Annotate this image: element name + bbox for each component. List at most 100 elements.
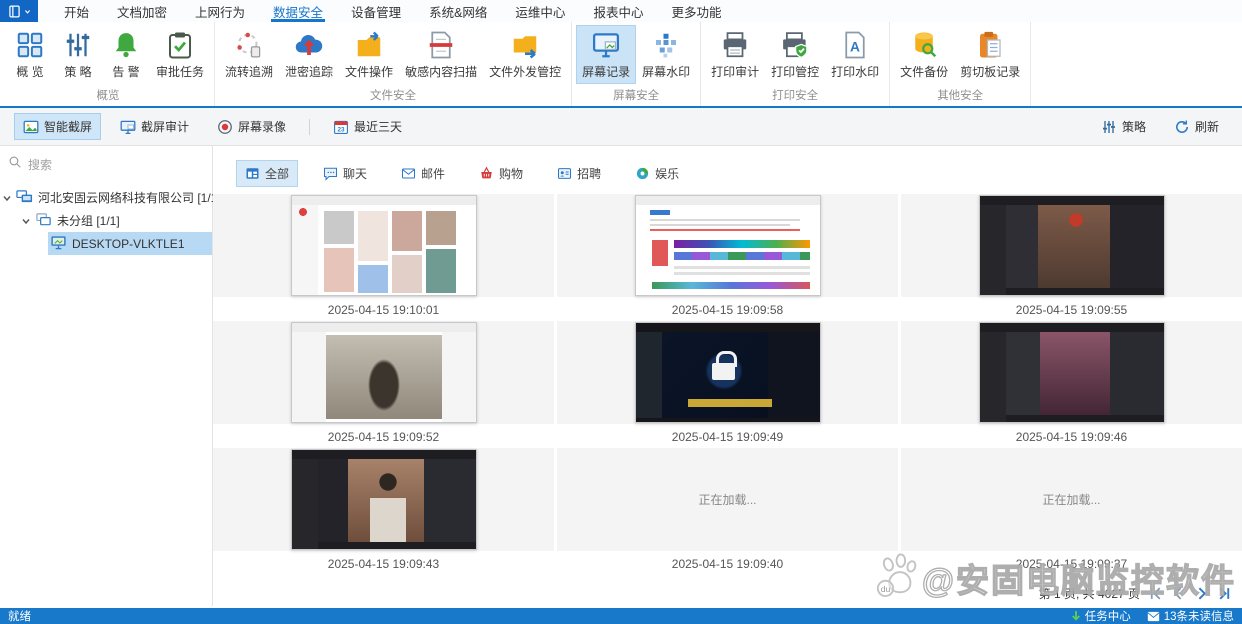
screenshot-thumbnail[interactable] (291, 195, 477, 296)
screenshot-cell-0: 2025-04-15 19:10:01 (213, 194, 554, 321)
ribbon-group-caption: 文件安全 (219, 85, 567, 105)
screenshot-backing (901, 321, 1242, 424)
ribbon-item-1-4[interactable]: 文件外发管控 (483, 25, 567, 84)
menu-item-4[interactable]: 设备管理 (337, 0, 415, 22)
last-page-button[interactable] (1217, 586, 1232, 601)
mail-icon (1147, 611, 1160, 622)
ribbon-group-1: 流转追溯泄密追踪文件操作敏感内容扫描文件外发管控文件安全 (215, 22, 572, 106)
ribbon-item-3-0[interactable]: 打印审计 (705, 25, 765, 84)
screenshot-cell-1: 2025-04-15 19:09:58 (557, 194, 898, 321)
ribbon-item-4-0[interactable]: 文件备份 (894, 25, 954, 84)
next-page-button[interactable] (1194, 586, 1209, 601)
tree-caret-icon[interactable] (19, 216, 33, 226)
screenshot-backing (213, 321, 554, 424)
menubar: 开始文档加密上网行为数据安全设备管理系统&网络运维中心报表中心更多功能 (0, 0, 1242, 22)
screenshot-timestamp: 2025-04-15 19:09:37 (901, 551, 1242, 571)
tree-node-label: 河北安固云网络科技有限公司 [1/1] (38, 189, 221, 206)
ribbon-item-label: 策 略 (64, 63, 91, 80)
screenshot-thumbnail[interactable] (635, 322, 821, 423)
org-computers-icon (16, 188, 33, 208)
filter-5[interactable]: 娱乐 (626, 160, 688, 187)
tree-node-0[interactable]: 河北安固云网络科技有限公司 [1/1] (0, 186, 212, 209)
ribbon-item-2-0[interactable]: 屏幕记录 (576, 25, 636, 84)
ribbon-item-2-1[interactable]: 屏幕水印 (636, 25, 696, 84)
toolbar-button-label: 智能截屏 (44, 118, 92, 135)
menu-item-2[interactable]: 上网行为 (181, 0, 259, 22)
id-card-icon (557, 166, 572, 181)
first-page-button[interactable] (1148, 586, 1163, 601)
toolbar-button-1[interactable]: 截屏审计 (111, 113, 198, 140)
screenshot-thumbnail[interactable] (979, 322, 1165, 423)
screenshot-thumbnail[interactable] (291, 449, 477, 550)
record-video-icon (217, 119, 233, 135)
ribbon-item-label: 屏幕记录 (582, 63, 630, 80)
prev-page-button[interactable] (1171, 586, 1186, 601)
page-indicator: 第 1 页, 共 4027 页 (1039, 585, 1140, 602)
app-menu-button[interactable] (0, 0, 38, 22)
unread-messages-button[interactable]: 13条未读信息 (1147, 608, 1234, 624)
ribbon-item-label: 打印水印 (831, 63, 879, 80)
screenshot-cell-4: 2025-04-15 19:09:49 (557, 321, 898, 448)
ribbon-item-label: 告 警 (112, 63, 139, 80)
toolbar-left: 智能截屏 截屏审计屏幕录像 23最近三天 (14, 113, 411, 140)
printer-shield-icon (780, 30, 810, 60)
tree-node-2[interactable]: DESKTOP-VLKTLE1 (0, 232, 212, 255)
content: 河北安固云网络科技有限公司 [1/1]未分组 [1/1]DESKTOP-VLKT… (0, 146, 1242, 606)
filter-4[interactable]: 招聘 (548, 160, 610, 187)
menu-item-0[interactable]: 开始 (50, 0, 103, 22)
ribbon-group-caption: 打印安全 (705, 85, 885, 105)
ribbon-item-1-0[interactable]: 流转追溯 (219, 25, 279, 84)
filter-0[interactable]: 全部 (236, 160, 298, 187)
tree-node-region[interactable]: 未分组 [1/1] (33, 209, 212, 232)
filter-3[interactable]: 购物 (470, 160, 532, 187)
pagination: 第 1 页, 共 4027 页 (1039, 585, 1232, 602)
toolbar-separator (309, 119, 310, 135)
ribbon: 概 览策 略告 警审批任务概览流转追溯泄密追踪文件操作敏感内容扫描文件外发管控文… (0, 22, 1242, 108)
menu-item-3[interactable]: 数据安全 (259, 0, 337, 22)
tree-node-1[interactable]: 未分组 [1/1] (0, 209, 212, 232)
screenshot-timestamp: 2025-04-15 19:09:55 (901, 297, 1242, 317)
ribbon-item-0-3[interactable]: 审批任务 (150, 25, 210, 84)
screenshot-backing (213, 448, 554, 551)
ribbon-item-0-1[interactable]: 策 略 (54, 25, 102, 84)
ribbon-item-0-2[interactable]: 告 警 (102, 25, 150, 84)
screenshot-thumbnail[interactable] (635, 195, 821, 296)
menu-item-5[interactable]: 系统&网络 (415, 0, 501, 22)
task-center-button[interactable]: 任务中心 (1071, 608, 1131, 624)
ribbon-item-label: 屏幕水印 (642, 63, 690, 80)
menu-item-7[interactable]: 报表中心 (579, 0, 657, 22)
toolbar-right-button-1[interactable]: 刷新 (1165, 113, 1228, 140)
folder-export-icon (510, 30, 540, 60)
ribbon-item-label: 概 览 (16, 63, 43, 80)
filter-1[interactable]: 聊天 (314, 160, 376, 187)
sidebar: 河北安固云网络科技有限公司 [1/1]未分组 [1/1]DESKTOP-VLKT… (0, 146, 213, 606)
ribbon-item-0-0[interactable]: 概 览 (6, 25, 54, 84)
ribbon-item-1-2[interactable]: 文件操作 (339, 25, 399, 84)
download-arrow-icon (1071, 610, 1081, 622)
ribbon-item-3-2[interactable]: A 打印水印 (825, 25, 885, 84)
ribbon-item-3-1[interactable]: 打印管控 (765, 25, 825, 84)
ribbon-item-1-3[interactable]: 敏感内容扫描 (399, 25, 483, 84)
ribbon-group-3: 打印审计打印管控 A 打印水印打印安全 (701, 22, 890, 106)
toolbar-button-2[interactable]: 屏幕录像 (208, 113, 295, 140)
tree-caret-icon[interactable] (0, 193, 14, 203)
ribbon-item-1-1[interactable]: 泄密追踪 (279, 25, 339, 84)
search-input[interactable] (28, 158, 202, 172)
toolbar-button-3[interactable]: 23最近三天 (324, 113, 411, 140)
toolbar-button-0[interactable]: 智能截屏 (14, 113, 101, 140)
filter-label: 娱乐 (655, 165, 679, 182)
filter-2[interactable]: 邮件 (392, 160, 454, 187)
tree-node-region[interactable]: DESKTOP-VLKTLE1 (48, 232, 212, 255)
menu-item-6[interactable]: 运维中心 (501, 0, 579, 22)
screenshot-thumbnail[interactable] (291, 322, 477, 423)
ribbon-item-label: 打印审计 (711, 63, 759, 80)
screenshot-thumbnail[interactable] (979, 195, 1165, 296)
ribbon-item-label: 文件外发管控 (489, 63, 561, 80)
svg-text:A: A (850, 39, 860, 54)
ribbon-item-4-1[interactable]: 剪切板记录 (954, 25, 1026, 84)
menu-item-1[interactable]: 文档加密 (103, 0, 181, 22)
tree-node-region[interactable]: 河北安固云网络科技有限公司 [1/1] (14, 186, 221, 209)
printer-icon (720, 30, 750, 60)
toolbar-right-button-0[interactable]: 策略 (1092, 113, 1155, 140)
menu-item-8[interactable]: 更多功能 (657, 0, 735, 22)
